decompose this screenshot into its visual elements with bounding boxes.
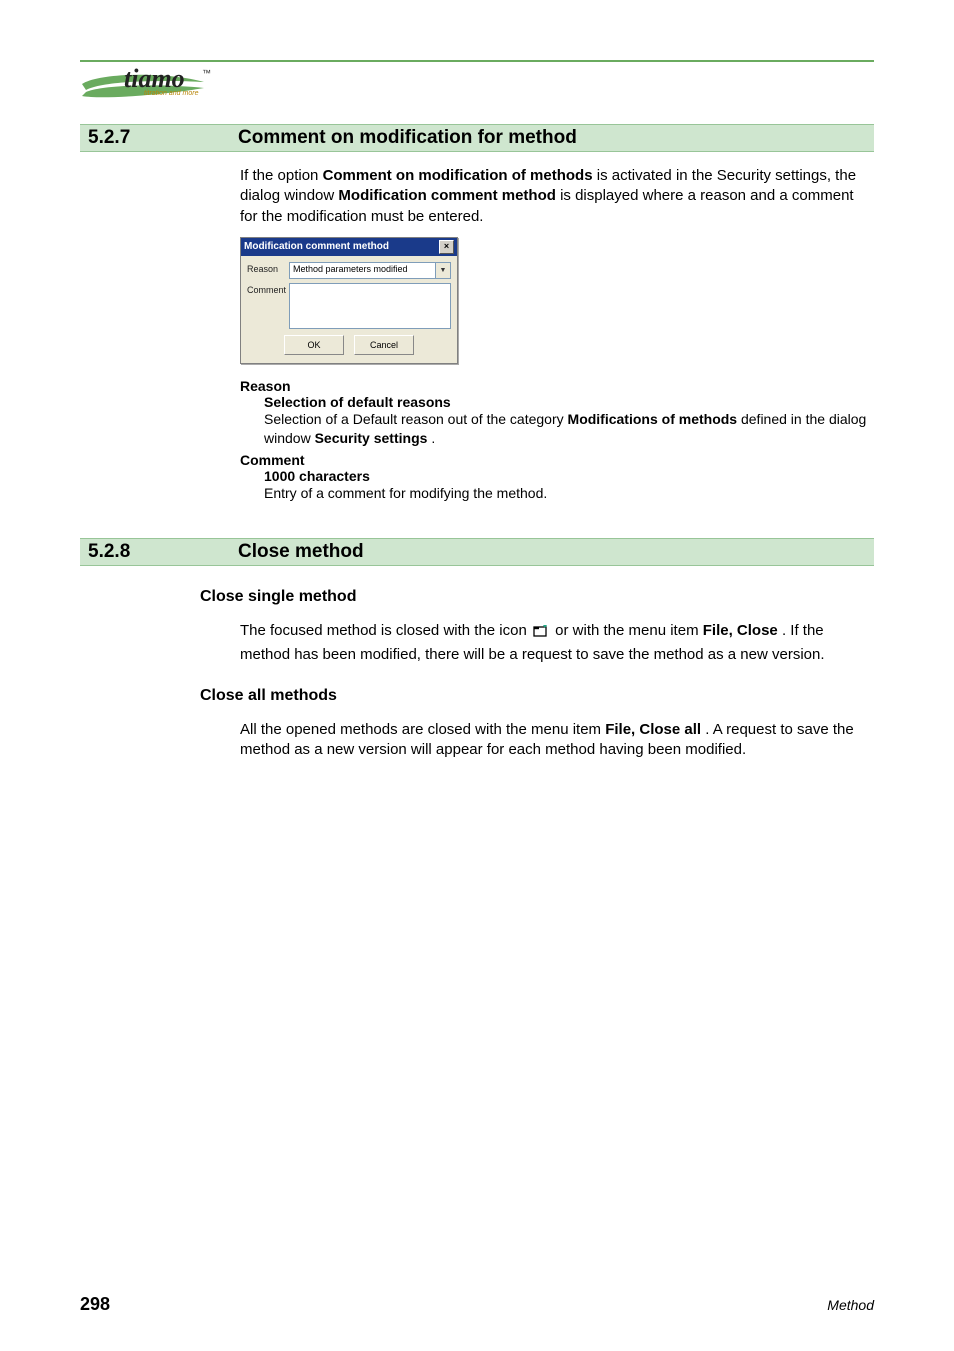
section-number: 5.2.8 — [88, 541, 188, 563]
reason-label: Reason — [247, 262, 285, 274]
text-bold: Comment on modification of methods — [323, 167, 593, 184]
comment-description: Entry of a comment for modifying the met… — [264, 484, 874, 503]
reason-value: Method parameters modified — [290, 263, 435, 278]
comment-subheading: 1000 characters — [264, 468, 874, 484]
term-reason: Reason — [240, 378, 874, 394]
button-label: Cancel — [370, 340, 398, 350]
comment-label: Comment — [247, 283, 285, 295]
close-icon[interactable]: × — [439, 240, 454, 254]
text: . — [431, 430, 435, 446]
text: or with the menu item — [555, 622, 703, 639]
footer-category: Method — [827, 1297, 874, 1313]
text-bold: File, Close all — [605, 721, 701, 738]
dialog-titlebar: Modification comment method × — [241, 238, 457, 256]
page-number: 298 — [80, 1294, 110, 1315]
header-rule — [80, 60, 874, 62]
section-heading-528: 5.2.8 Close method — [80, 538, 874, 566]
ok-button[interactable]: OK — [284, 335, 344, 355]
reason-dropdown[interactable]: Method parameters modified ▼ — [289, 262, 451, 279]
close-single-text: The focused method is closed with the ic… — [240, 621, 874, 665]
modification-comment-dialog: Modification comment method × Reason Met… — [240, 237, 458, 364]
trademark-symbol: ™ — [202, 68, 211, 78]
brand-tagline: titration and more — [144, 90, 198, 97]
close-all-heading: Close all methods — [200, 687, 874, 705]
text: All the opened methods are closed with t… — [240, 721, 605, 738]
text-bold: File, Close — [703, 622, 778, 639]
text: The focused method is closed with the ic… — [240, 622, 531, 639]
text-bold: Modification comment method — [338, 187, 556, 204]
close-method-icon — [533, 624, 549, 644]
reason-description: Selection of a Default reason out of the… — [264, 410, 874, 448]
text: Selection of a Default reason out of the… — [264, 411, 568, 427]
section-title: Close method — [238, 541, 364, 563]
section-number: 5.2.7 — [88, 127, 188, 149]
section-heading-527: 5.2.7 Comment on modification for method — [80, 124, 874, 152]
text-bold: Security settings — [315, 430, 428, 446]
definition-list: Reason Selection of default reasons Sele… — [240, 378, 874, 503]
page-footer: 298 Method — [80, 1294, 874, 1315]
button-label: OK — [307, 340, 320, 350]
chevron-down-icon[interactable]: ▼ — [435, 263, 450, 278]
section-title: Comment on modification for method — [238, 127, 577, 149]
dialog-title-text: Modification comment method — [244, 241, 389, 252]
close-single-heading: Close single method — [200, 588, 874, 606]
comment-textarea[interactable] — [289, 283, 451, 329]
close-all-text: All the opened methods are closed with t… — [240, 720, 874, 761]
brand-logo: tiamo ™ titration and more — [80, 66, 874, 106]
text: If the option — [240, 167, 323, 184]
cancel-button[interactable]: Cancel — [354, 335, 414, 355]
intro-paragraph: If the option Comment on modification of… — [240, 166, 874, 227]
reason-subheading: Selection of default reasons — [264, 394, 874, 410]
text-bold: Modifications of methods — [568, 411, 738, 427]
term-comment: Comment — [240, 452, 874, 468]
